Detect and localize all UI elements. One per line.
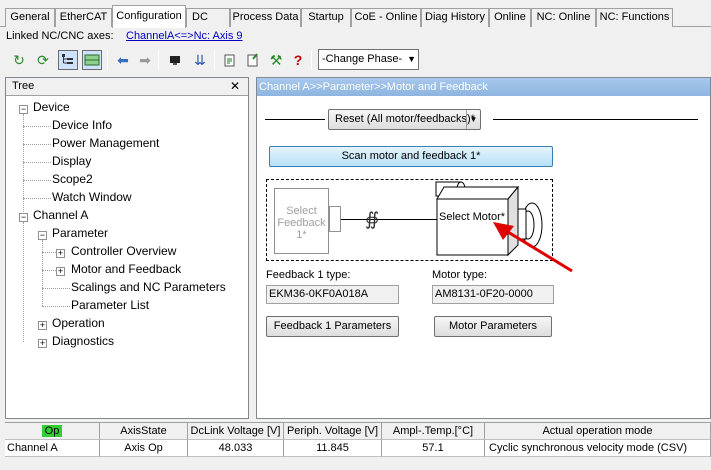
linked-axis-link[interactable]: ChannelA<=>Nc: Axis 9 [126,30,243,42]
tree-item-device[interactable]: Device [33,100,70,114]
tree-item-motor-and-feedback[interactable]: Motor and Feedback [71,262,181,276]
collapse-parameter-icon[interactable]: − [38,231,47,240]
change-phase-select[interactable]: -Change Phase- ▼ [318,49,419,70]
tree-view-icon[interactable] [58,50,78,70]
expand-motor-feedback-icon[interactable]: + [56,267,65,276]
tree-item-scope2[interactable]: Scope2 [52,172,93,186]
shaft-line [341,219,439,220]
select-feedback-box[interactable]: Select Feedback 1* [274,188,329,254]
tree-item-parameter-list[interactable]: Parameter List [71,298,149,312]
tree-item-display[interactable]: Display [52,154,91,168]
help-icon[interactable]: ? [288,50,308,70]
tab-nc-functions[interactable]: NC: Functions [596,8,673,27]
status-header-mode: Actual operation mode [485,423,711,440]
tree-item-device-info[interactable]: Device Info [52,118,112,132]
tab-configuration[interactable]: Configuration [112,5,186,28]
tools-icon[interactable]: ⚒ [266,50,286,70]
coupling-icon: ∯ [365,209,380,229]
pointer-arrow-icon [493,222,573,273]
linked-axes: Linked NC/CNC axes: ChannelA<=>Nc: Axis … [6,30,243,42]
refresh-icon[interactable]: ↻ [9,50,29,70]
tree-panel: Tree ✕ − Device Device Info Power Manage… [5,77,249,419]
feedback-type-label: Feedback 1 type: [266,269,351,281]
import-icon[interactable] [243,50,263,70]
panel-view-icon[interactable] [82,50,102,70]
motor-feedback-panel: Channel A>>Parameter>>Motor and Feedback… [256,77,711,419]
tree-item-power-management[interactable]: Power Management [52,136,159,150]
tree-title: Tree [12,80,35,92]
tree-item-scalings-nc-parameters[interactable]: Scalings and NC Parameters [71,280,226,294]
tab-dc[interactable]: DC [186,8,230,27]
tab-startup[interactable]: Startup [301,8,351,27]
tree-item-watch-window[interactable]: Watch Window [52,190,132,204]
reload-icon[interactable]: ⟳ [33,50,53,70]
toolbar: ↻ ⟳ ⬅ ➡ ⇊ ⚒ ? -Change Phase- ▼ [0,47,711,74]
change-phase-value: -Change Phase- [322,53,403,65]
linked-axes-label: Linked NC/CNC axes: [6,30,114,42]
collapse-channel-a-icon[interactable]: − [19,213,28,222]
tree-item-controller-overview[interactable]: Controller Overview [71,244,176,258]
expand-controller-overview-icon[interactable]: + [56,249,65,258]
divider [493,119,698,120]
download-icon[interactable]: ⇊ [190,50,210,70]
tab-coe-online[interactable]: CoE - Online [351,8,421,27]
status-cell-mode: Cyclic synchronous velocity mode (CSV) [485,440,711,457]
chevron-down-icon: ▼ [407,54,416,64]
collapse-device-icon[interactable]: − [19,105,28,114]
motor-parameters-button[interactable]: Motor Parameters [434,316,552,337]
export-icon[interactable] [220,50,240,70]
status-cell-periph: 11.845 [284,440,382,457]
panel-title: Channel A>>Parameter>>Motor and Feedback [257,78,710,96]
feedback-parameters-button[interactable]: Feedback 1 Parameters [266,316,399,337]
status-cell-dclink: 48.033 [188,440,284,457]
op-indicator: Op [41,425,63,437]
status-cell-axisstate: Axis Op [100,440,188,457]
tab-bar: General EtherCAT Configuration DC Proces… [0,0,711,28]
tree-item-diagnostics[interactable]: Diagnostics [52,334,114,348]
feedback-type-value: EKM36-0KF0A018A [266,285,399,304]
reset-button[interactable]: Reset (All motor/feedbacks)* ▼ [328,109,481,130]
tab-ethercat[interactable]: EtherCAT [55,8,112,27]
divider [265,119,325,120]
tree-item-operation[interactable]: Operation [52,316,105,330]
motor-type-value: AM8131-0F20-0000 [432,285,554,304]
status-cell-channel: Channel A [5,440,100,457]
tree-item-channel-a[interactable]: Channel A [33,208,88,222]
reset-button-label: Reset (All motor/feedbacks)* [335,113,475,125]
scan-motor-feedback-button[interactable]: Scan motor and feedback 1* [269,146,553,167]
back-arrow-icon[interactable]: ⬅ [113,50,133,70]
chevron-down-icon: ▼ [466,110,480,129]
tab-general[interactable]: General [5,8,55,27]
status-grid: Op AxisState DcLink Voltage [V] Periph. … [5,422,711,462]
status-header-periph: Periph. Voltage [V] [284,423,382,440]
tab-diag-history[interactable]: Diag History [421,8,489,27]
expand-diagnostics-icon[interactable]: + [38,339,47,348]
motor-type-label: Motor type: [432,269,488,281]
select-feedback-label-1: Select [286,205,317,217]
close-icon[interactable]: ✕ [230,78,240,95]
status-header-temp: Ampl-.Temp.[°C] [382,423,485,440]
status-header-axisstate: AxisState [100,423,188,440]
tab-process-data[interactable]: Process Data [230,8,301,27]
feedback-connector [329,206,341,232]
tab-nc-online[interactable]: NC: Online [531,8,596,27]
tree-item-parameter[interactable]: Parameter [52,226,108,240]
tree-header: Tree ✕ [6,78,248,96]
tab-online[interactable]: Online [489,8,531,27]
select-feedback-label-2: Feedback 1* [277,217,326,241]
forward-arrow-icon[interactable]: ➡ [135,50,155,70]
status-header-op: Op [5,423,100,440]
device-icon[interactable] [165,50,185,70]
expand-operation-icon[interactable]: + [38,321,47,330]
status-cell-temp: 57.1 [382,440,485,457]
status-header-dclink: DcLink Voltage [V] [188,423,284,440]
